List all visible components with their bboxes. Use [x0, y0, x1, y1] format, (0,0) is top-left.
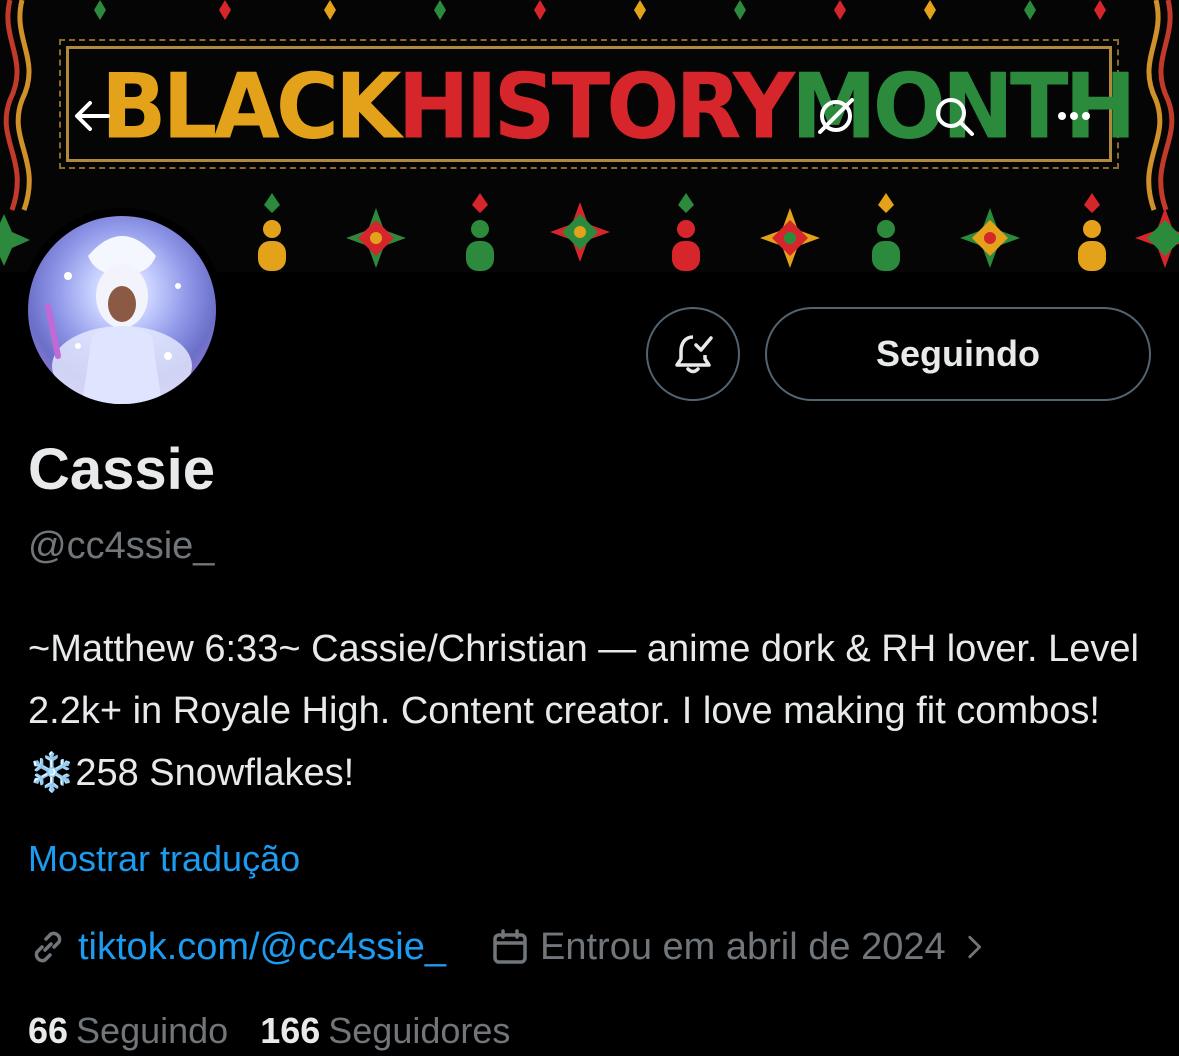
search-icon: [936, 98, 974, 136]
following-button[interactable]: Seguindo: [765, 307, 1151, 401]
following-count: 66: [28, 1010, 69, 1051]
notifications-button[interactable]: [646, 307, 740, 401]
avatar-image: [28, 216, 216, 404]
following-stat[interactable]: 66 Seguindo: [28, 1010, 228, 1052]
link-icon: [34, 931, 62, 963]
avatar[interactable]: [20, 208, 224, 412]
show-translation-link[interactable]: Mostrar tradução: [28, 838, 300, 880]
back-arrow-icon: [75, 101, 110, 131]
calendar-icon: [493, 929, 527, 964]
profile-bio: ~Matthew 6:33~ Cassie/Christian — anime …: [28, 628, 1139, 794]
more-button[interactable]: [1052, 94, 1112, 154]
avatar-art: [45, 236, 192, 404]
follow-stats: 66 Seguindo 166 Seguidores: [28, 1010, 542, 1052]
search-button[interactable]: [932, 94, 992, 154]
chevron-right-icon: [968, 935, 981, 959]
followers-stat[interactable]: 166 Seguidores: [260, 1010, 510, 1052]
profile-meta: tiktok.com/@cc4ssie_ Entrou em abril de …: [28, 922, 998, 972]
join-date-text: Entrou em abril de 2024: [540, 925, 946, 968]
followers-label: Seguidores: [328, 1010, 511, 1051]
profile-website-link[interactable]: tiktok.com/@cc4ssie_: [28, 926, 446, 969]
following-label: Seguindo: [76, 1010, 229, 1051]
display-name: Cassie: [28, 437, 216, 502]
bell-check-icon: [675, 335, 713, 374]
followers-count: 166: [260, 1010, 321, 1051]
back-button[interactable]: [70, 94, 130, 154]
website-text: tiktok.com/@cc4ssie_: [78, 925, 447, 968]
banner-title-history: HISTORY: [397, 54, 795, 160]
join-date[interactable]: Entrou em abril de 2024: [490, 926, 998, 969]
more-icon: [1058, 112, 1090, 120]
grok-icon: [818, 98, 854, 134]
grok-button[interactable]: [814, 94, 874, 154]
user-handle: @cc4ssie_: [28, 525, 215, 567]
banner-title-black: BLACK: [101, 54, 402, 160]
